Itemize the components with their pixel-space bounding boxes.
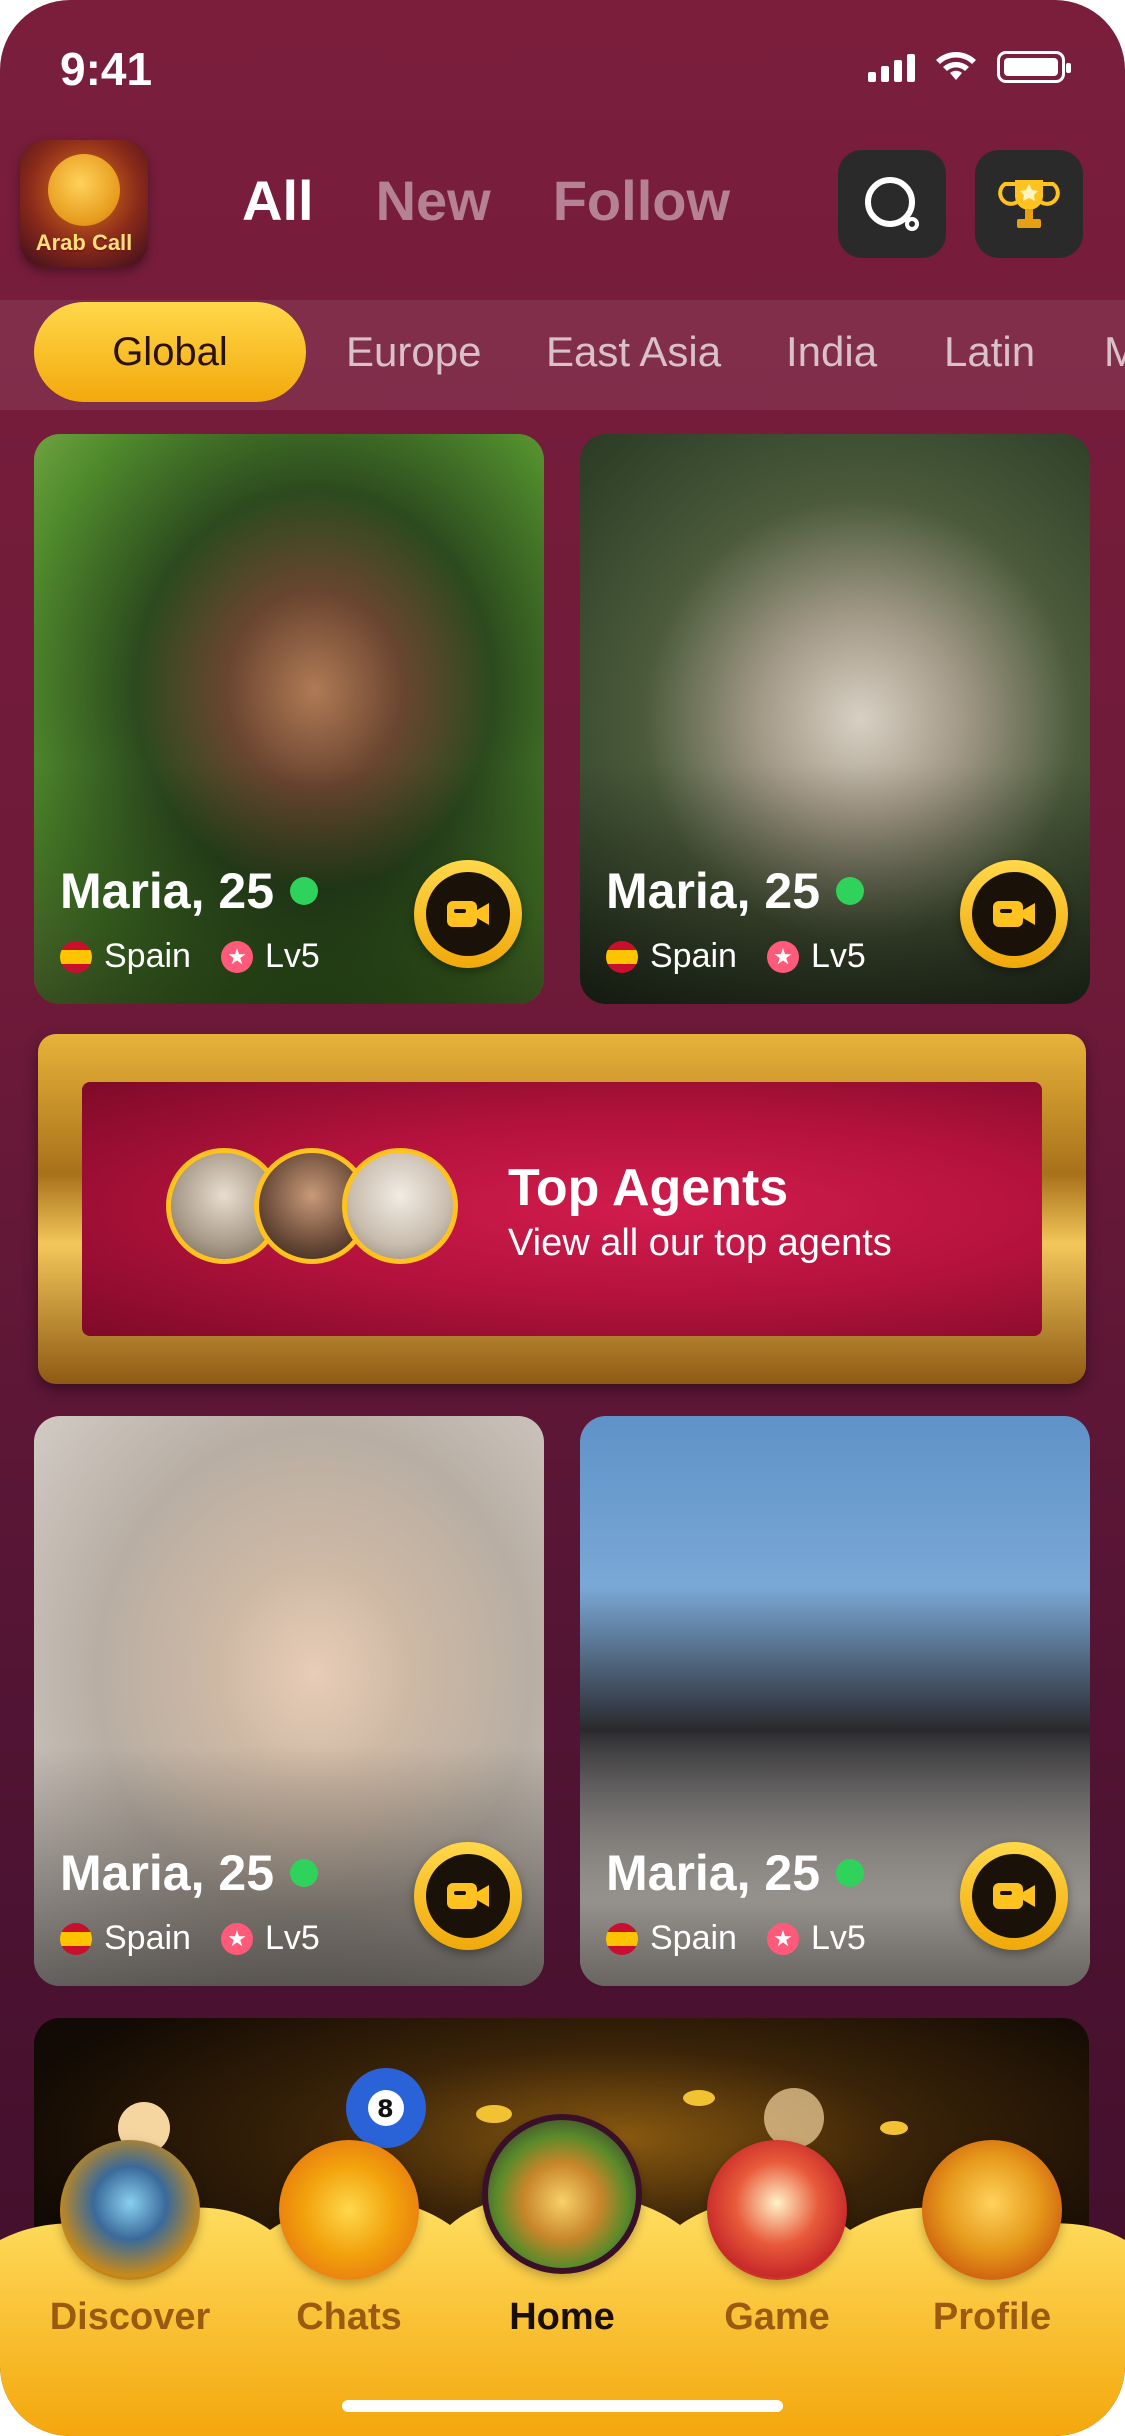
region-chip-india[interactable]: India [786,328,877,376]
spain-flag-icon [60,1922,92,1955]
user-card[interactable]: Maria, 25 Spain ★ Lv5 [34,434,544,1004]
logo-text: Arab Call [35,230,133,255]
region-chip-more[interactable]: M [1104,328,1125,376]
user-card[interactable]: Maria, 25 Spain ★ Lv5 [580,1416,1090,1986]
nav-label: Home [509,2296,615,2338]
level-star-icon: ★ [766,940,799,973]
user-meta: Spain ★ Lv5 [60,1919,320,1958]
home-indicator[interactable] [342,2400,783,2412]
video-camera-icon [993,1883,1035,1909]
user-level: Lv5 [810,937,866,975]
region-chip-east-asia[interactable]: East Asia [546,328,721,376]
region-chip-latin[interactable]: Latin [944,328,1035,376]
user-meta: Spain ★ Lv5 [606,937,866,976]
user-country: Spain [104,1919,191,1957]
user-country: Spain [104,937,191,975]
avatar [342,1148,458,1264]
nav-discover[interactable]: Discover [30,2140,230,2436]
level-star-icon: ★ [766,1922,799,1955]
online-status-icon [836,1859,865,1887]
banner-subtitle: View all our top agents [508,1222,892,1264]
search-button[interactable] [838,150,946,258]
feed-tabs: All New Follow [242,168,730,233]
cellular-signal-icon [868,52,915,82]
nav-label: Chats [296,2296,402,2338]
nav-label: Profile [932,2296,1052,2338]
camel-mascot-icon [48,154,120,226]
user-card[interactable]: Maria, 25 Spain ★ Lv5 [580,434,1090,1004]
video-camera-icon [447,1883,489,1909]
search-icon [865,177,919,231]
online-status-icon [290,877,319,905]
banner-title: Top Agents [508,1159,789,1217]
status-bar: 9:41 [0,0,1125,140]
video-camera-icon [993,901,1035,927]
user-level: Lv5 [264,937,320,975]
nav-profile[interactable]: Profile [892,2140,1092,2436]
agent-avatars [166,1148,458,1268]
top-agents-banner[interactable]: Top Agents View all our top agents [38,1034,1086,1384]
online-status-icon [836,877,865,905]
status-icons [868,50,1071,84]
trophy-icon [998,180,1060,228]
wifi-icon [936,52,976,80]
user-meta: Spain ★ Lv5 [60,937,320,976]
user-meta: Spain ★ Lv5 [606,1919,866,1958]
tab-follow[interactable]: Follow [553,168,730,233]
user-name-age: Maria, 25 [60,862,319,920]
video-call-button[interactable] [414,1842,522,1950]
user-name-age: Maria, 25 [606,862,865,920]
tab-all[interactable]: All [242,168,314,233]
nav-label: Game [724,2296,830,2338]
nav-label: Discover [49,2296,211,2338]
video-camera-icon [447,901,489,927]
battery-icon [997,51,1071,83]
spain-flag-icon [606,1922,638,1955]
user-country: Spain [650,1919,737,1957]
status-time: 9:41 [60,43,153,95]
app-logo[interactable]: Arab Call [20,140,148,268]
slot-machine-icon [707,2140,847,2280]
video-call-button[interactable] [960,860,1068,968]
user-card[interactable]: Maria, 25 Spain ★ Lv5 [34,1416,544,1986]
treasure-icon [60,2140,200,2280]
tab-new[interactable]: New [376,168,491,233]
house-icon [482,2114,642,2274]
user-level: Lv5 [810,1919,866,1957]
spain-flag-icon [60,940,92,973]
video-call-button[interactable] [414,860,522,968]
level-star-icon: ★ [220,1922,253,1955]
user-name-age: Maria, 25 [60,1844,319,1902]
spain-flag-icon [606,940,638,973]
region-chip-europe[interactable]: Europe [346,328,481,376]
user-country: Spain [650,937,737,975]
camel-avatar-icon [922,2140,1062,2280]
level-star-icon: ★ [220,940,253,973]
region-chip-global[interactable]: Global [34,302,306,402]
svg-text:8: 8 [377,2095,394,2123]
user-name-age: Maria, 25 [606,1844,865,1902]
user-level: Lv5 [264,1919,320,1957]
leaderboard-button[interactable] [975,150,1083,258]
chat-bubble-icon [279,2140,419,2280]
app-screen: 9:41 Arab Call All New Follow Global Eur… [0,0,1125,2436]
online-status-icon [290,1859,319,1887]
video-call-button[interactable] [960,1842,1068,1950]
